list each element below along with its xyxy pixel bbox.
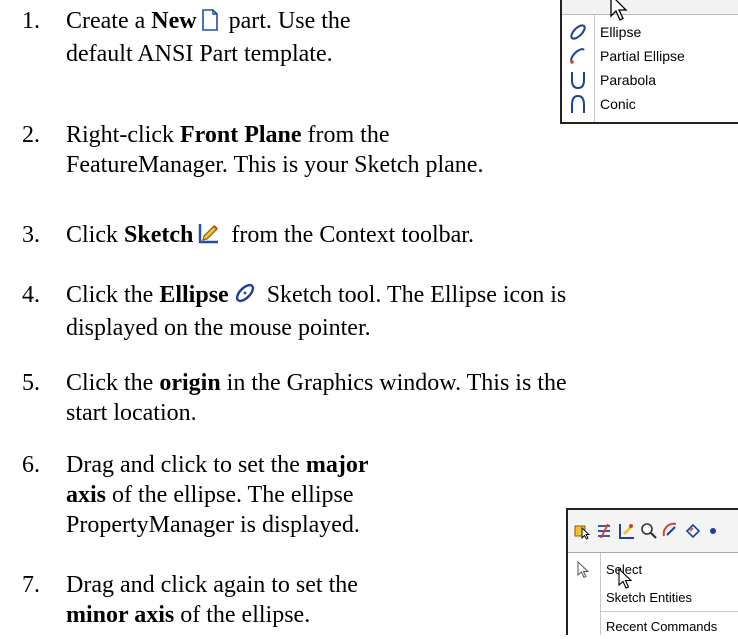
select-arrow-icon: [577, 561, 590, 579]
menu-item-label: Partial Ellipse: [600, 48, 685, 64]
sketch-tool-flyout: Ellipse Partial Ellipse Parabola Conic: [560, 0, 738, 124]
menu-item-partial-ellipse[interactable]: Partial Ellipse: [562, 44, 738, 68]
step-text: from the: [301, 122, 390, 148]
selection-tool-icon[interactable]: [574, 522, 592, 540]
step-bold: minor axis: [66, 602, 175, 628]
step-text: Click: [66, 222, 124, 248]
step-text: Create a: [66, 8, 152, 34]
menu-item-label: Recent Commands: [606, 619, 718, 634]
partial-ellipse-icon: [568, 46, 588, 66]
conic-icon: [568, 94, 588, 114]
step-text: Click the: [66, 282, 160, 308]
step-bold: axis: [66, 482, 107, 508]
step-number: 1.: [22, 8, 40, 34]
display-style-icon[interactable]: [684, 522, 702, 540]
menu-separator: [600, 611, 738, 612]
step-bold: origin: [159, 370, 221, 396]
relations-icon[interactable]: [596, 522, 614, 540]
step-text: Drag and click again to set the: [66, 572, 358, 598]
smart-dimension-icon[interactable]: [662, 522, 680, 540]
menu-item-label: Sketch Entities: [606, 590, 692, 605]
menu-item-conic[interactable]: Conic: [562, 92, 738, 116]
step-text: part. Use the: [222, 8, 351, 34]
step-number: 7.: [22, 572, 40, 598]
step-text: default ANSI Part template.: [66, 41, 333, 67]
step-text: of the ellipse. The ellipse: [106, 482, 354, 508]
new-document-icon: [201, 9, 219, 39]
step-bold: Front Plane: [179, 122, 302, 148]
ellipse-icon: [233, 281, 257, 313]
step-text: FeatureManager. This is your Sketch plan…: [66, 152, 484, 178]
step-number: 6.: [22, 452, 40, 478]
step-text: displayed on the mouse pointer.: [66, 315, 371, 341]
step-bold: major: [305, 452, 369, 478]
ellipse-icon: [568, 22, 588, 42]
menu-item-label: Ellipse: [600, 24, 642, 40]
step-text: in the Graphics window. This is the: [220, 370, 567, 396]
step-text: Drag and click to set the: [66, 452, 306, 478]
more-icon[interactable]: [706, 522, 720, 540]
step-text: Click the: [66, 370, 160, 396]
zoom-icon[interactable]: [640, 522, 658, 540]
menu-item-ellipse[interactable]: Ellipse: [562, 20, 738, 44]
step-text: from the Context toolbar.: [225, 222, 474, 248]
menu-item-recent-commands[interactable]: Recent Commands: [568, 613, 738, 639]
mouse-pointer-icon: [610, 0, 628, 21]
step-number: 2.: [22, 122, 40, 148]
step-bold: New: [151, 8, 197, 34]
menu-item-parabola[interactable]: Parabola: [562, 68, 738, 92]
menu-item-sketch-entities[interactable]: Sketch Entities: [568, 584, 738, 610]
step-text: of the ellipse.: [174, 602, 311, 628]
step-number: 5.: [22, 370, 40, 396]
step-text: start location.: [66, 400, 197, 426]
step-text: PropertyManager is displayed.: [66, 512, 360, 538]
step-number: 4.: [22, 282, 40, 308]
step-number: 3.: [22, 222, 40, 248]
menu-item-select[interactable]: Select: [568, 556, 738, 589]
flyout-top-strip: [562, 0, 738, 15]
shortcut-toolbar: [568, 510, 738, 553]
step-text: Sketch tool. The Ellipse icon is: [260, 282, 567, 308]
shortcut-menu: Select Sketch Entities Recent Commands: [566, 508, 738, 635]
step-bold: Ellipse: [159, 282, 229, 308]
sketch-mode-icon[interactable]: [618, 522, 636, 540]
menu-item-label: Conic: [600, 96, 636, 112]
step-bold: Sketch: [124, 222, 194, 248]
sketch-icon: [197, 221, 221, 253]
parabola-icon: [568, 70, 588, 90]
step-text: Right-click: [66, 122, 180, 148]
menu-item-label: Parabola: [600, 72, 657, 88]
